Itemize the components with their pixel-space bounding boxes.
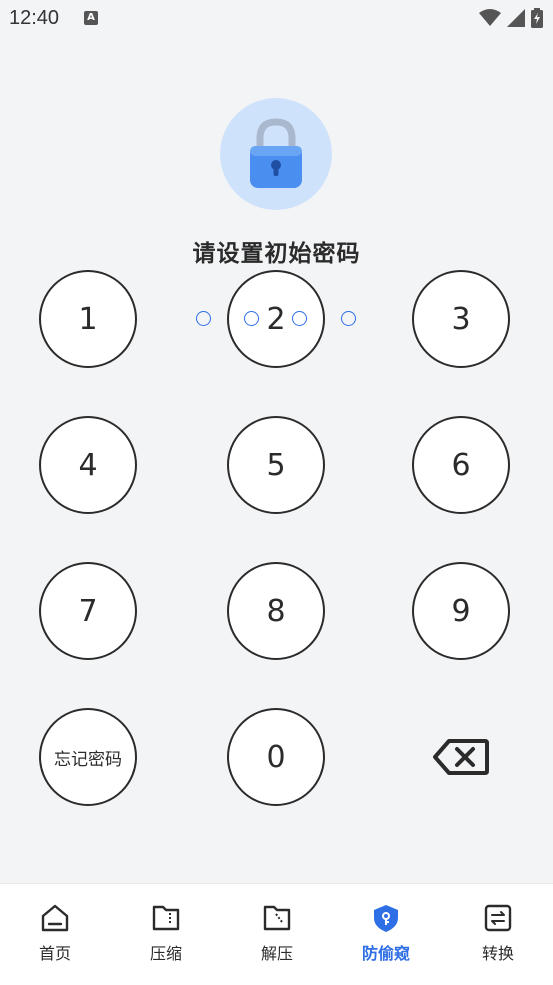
key-3[interactable]: 3 — [412, 270, 510, 368]
home-icon — [41, 904, 69, 932]
key-4[interactable]: 4 — [39, 416, 137, 514]
wifi-icon — [479, 9, 501, 26]
key-6[interactable]: 6 — [412, 416, 510, 514]
nav-convert-label: 转换 — [481, 944, 514, 963]
nav-anti-peep-label: 防偷窥 — [361, 944, 410, 963]
nav-home[interactable]: 首页 — [0, 884, 110, 985]
delete-button[interactable] — [412, 708, 510, 806]
status-bar: 12:40 A — [0, 0, 553, 38]
nav-compress-label: 压缩 — [149, 944, 182, 963]
nav-convert[interactable]: 转换 — [443, 884, 553, 985]
key-2[interactable]: 2 — [227, 270, 325, 368]
pin-dot-1 — [196, 311, 211, 326]
convert-icon — [484, 904, 512, 932]
nav-anti-peep[interactable]: 防偷窥 — [331, 884, 441, 985]
key-8[interactable]: 8 — [227, 562, 325, 660]
compress-folder-icon — [152, 905, 180, 931]
battery-charging-icon — [531, 8, 543, 28]
status-time: 12:40 — [9, 7, 60, 29]
nav-extract[interactable]: 解压 — [222, 884, 332, 985]
nav-extract-label: 解压 — [260, 944, 293, 963]
shield-key-icon — [374, 905, 398, 932]
forgot-password-button[interactable]: 忘记密码 — [39, 708, 137, 806]
notification-a-icon: A — [84, 11, 98, 25]
extract-folder-icon — [263, 905, 291, 931]
pin-dot-2 — [244, 311, 259, 326]
nav-home-label: 首页 — [38, 944, 71, 963]
lock-illustration — [220, 98, 332, 210]
bottom-nav: 首页 压缩 解压 防偷窥 转换 — [0, 883, 553, 985]
lock-icon — [250, 118, 302, 188]
signal-icon — [507, 9, 525, 27]
key-7[interactable]: 7 — [39, 562, 137, 660]
nav-compress[interactable]: 压缩 — [111, 884, 221, 985]
key-9[interactable]: 9 — [412, 562, 510, 660]
backspace-icon — [433, 739, 489, 775]
pin-dot-4 — [341, 311, 356, 326]
pin-dot-3 — [292, 311, 307, 326]
key-5[interactable]: 5 — [227, 416, 325, 514]
key-0[interactable]: 0 — [227, 708, 325, 806]
status-icons — [479, 8, 543, 28]
key-1[interactable]: 1 — [39, 270, 137, 368]
page-title: 请设置初始密码 — [192, 241, 361, 267]
